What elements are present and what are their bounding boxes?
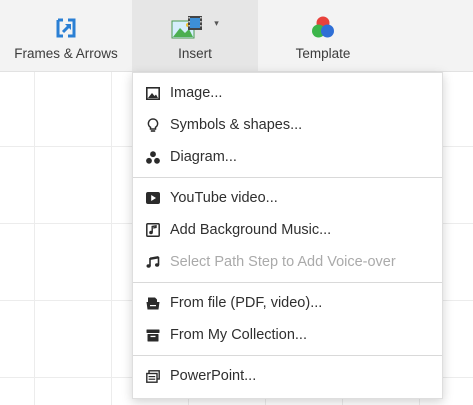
menu-item-label: From file (PDF, video)... [170,295,323,311]
menu-item-powerpoint[interactable]: PowerPoint... [133,360,442,392]
template-palette-icon [311,13,335,39]
menu-item-label: Select Path Step to Add Voice-over [170,254,396,270]
menu-item-symbols-shapes[interactable]: Symbols & shapes... [133,109,442,141]
menu-divider [133,282,442,283]
menu-item-label: Symbols & shapes... [170,117,303,133]
menu-divider [133,177,442,178]
frame-arrow-icon [55,13,77,39]
template-label: Template [295,46,351,61]
insert-dropdown-menu: Image... Symbols & shapes... Diagram... [132,72,443,399]
youtube-icon [145,190,161,206]
menu-item-label: Image... [170,85,223,101]
chevron-down-icon: ▾ [214,17,219,28]
menu-item-voice-over: Select Path Step to Add Voice-over [133,246,442,278]
insert-label: Insert [178,46,212,61]
menu-item-label: PowerPoint... [170,368,257,384]
menu-item-from-collection[interactable]: From My Collection... [133,319,442,351]
lightbulb-icon [145,117,161,133]
menu-item-from-file[interactable]: From file (PDF, video)... [133,287,442,319]
menu-item-label: YouTube video... [170,190,278,206]
frames-arrows-label: Frames & Arrows [14,46,118,61]
menu-item-background-music[interactable]: Add Background Music... [133,214,442,246]
menu-item-label: From My Collection... [170,327,307,343]
powerpoint-icon [145,368,161,384]
toolbar: Frames & Arrows ▾ Insert Template [0,0,473,72]
template-button[interactable]: Template [258,0,388,71]
image-icon [145,85,161,101]
menu-item-label: Diagram... [170,149,237,165]
music-note-icon [145,254,161,270]
frames-arrows-button[interactable]: Frames & Arrows [0,0,132,71]
collection-icon [145,327,161,343]
diagram-icon [145,149,161,165]
menu-item-label: Add Background Music... [170,222,332,238]
music-file-icon [145,222,161,238]
file-tray-icon [145,295,161,311]
menu-item-youtube-video[interactable]: YouTube video... [133,182,442,214]
menu-item-image[interactable]: Image... [133,77,442,109]
menu-item-diagram[interactable]: Diagram... [133,141,442,173]
menu-divider [133,355,442,356]
insert-button[interactable]: ▾ Insert [132,0,258,71]
insert-media-icon: ▾ [171,13,219,39]
